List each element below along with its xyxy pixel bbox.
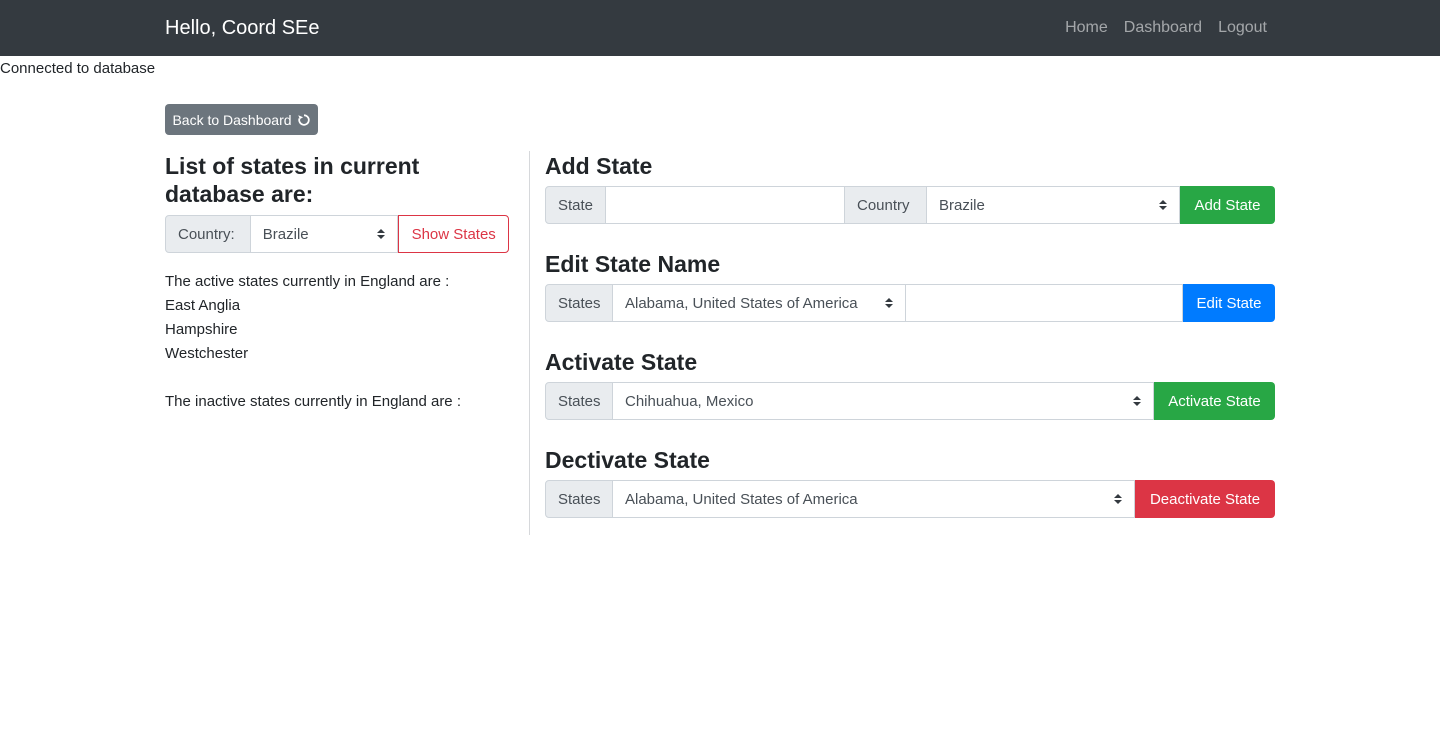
- active-states-block: The active states currently in England a…: [165, 270, 510, 414]
- deactivate-state-heading: Dectivate State: [545, 447, 710, 473]
- deactivate-state-button[interactable]: Deactivate State: [1135, 480, 1275, 518]
- add-state-country-value: Brazile: [939, 196, 985, 214]
- activate-state-selected-value: Chihuahua, Mexico: [625, 392, 754, 410]
- deactivate-state-selected-value: Alabama, United States of America: [625, 490, 858, 508]
- nav-link-home[interactable]: Home: [1065, 18, 1108, 38]
- activate-state-form: States Chihuahua, Mexico Activate State: [545, 382, 1275, 420]
- add-state-section: Add State State Country Brazile Add Stat…: [545, 152, 1275, 224]
- nav-links: Home Dashboard Logout: [1065, 18, 1267, 38]
- country-filter-select[interactable]: Brazile: [250, 215, 399, 253]
- deactivate-state-section: Dectivate State States Alabama, United S…: [545, 446, 1275, 518]
- deactivate-state-select[interactable]: Alabama, United States of America: [613, 480, 1135, 518]
- inactive-states-intro: The inactive states currently in England…: [165, 393, 461, 410]
- select-caret-icon: [1159, 200, 1167, 210]
- edit-state-selected-value: Alabama, United States of America: [625, 294, 858, 312]
- deactivate-state-form: States Alabama, United States of America…: [545, 480, 1275, 518]
- show-states-button[interactable]: Show States: [398, 215, 509, 253]
- back-to-dashboard-button[interactable]: Back to Dashboard: [165, 104, 318, 135]
- list-item: East Anglia: [165, 297, 241, 314]
- state-name-input[interactable]: [606, 186, 845, 224]
- navbar-brand[interactable]: Hello, Coord SEe: [165, 16, 320, 40]
- select-caret-icon: [1133, 396, 1141, 406]
- activate-states-label: States: [545, 382, 613, 420]
- country-filter-label: Country:: [165, 215, 251, 253]
- undo-icon: [297, 113, 310, 126]
- country-filter-group: Country: Brazile Show States: [165, 215, 509, 253]
- activate-state-button[interactable]: Activate State: [1154, 382, 1275, 420]
- activate-state-select[interactable]: Chihuahua, Mexico: [613, 382, 1154, 420]
- deactivate-states-label: States: [545, 480, 613, 518]
- edit-state-form: States Alabama, United States of America…: [545, 284, 1275, 322]
- states-list-panel: List of states in current database are: …: [165, 152, 510, 414]
- country-label: Country: [845, 186, 927, 224]
- nav-link-logout[interactable]: Logout: [1218, 18, 1267, 38]
- new-state-name-input[interactable]: [906, 284, 1183, 322]
- activate-state-section: Activate State States Chihuahua, Mexico …: [545, 348, 1275, 420]
- top-navbar: Hello, Coord SEe Home Dashboard Logout: [0, 0, 1440, 56]
- nav-link-dashboard[interactable]: Dashboard: [1124, 18, 1202, 38]
- list-item: Westchester: [165, 345, 249, 362]
- column-divider: [529, 151, 530, 535]
- edit-states-label: States: [545, 284, 613, 322]
- edit-state-select[interactable]: Alabama, United States of America: [613, 284, 906, 322]
- activate-state-heading: Activate State: [545, 349, 698, 375]
- country-filter-value: Brazile: [262, 225, 309, 243]
- select-caret-icon: [377, 229, 386, 239]
- states-list-heading: List of states in current database are:: [165, 153, 420, 207]
- add-state-heading: Add State: [545, 153, 653, 179]
- select-caret-icon: [1114, 494, 1122, 504]
- database-status-text: Connected to database: [0, 60, 156, 77]
- active-states-intro: The active states currently in England a…: [165, 273, 450, 290]
- list-item: Hampshire: [165, 321, 238, 338]
- edit-state-heading: Edit State Name: [545, 251, 721, 277]
- state-label: State: [545, 186, 606, 224]
- add-state-country-select[interactable]: Brazile: [927, 186, 1180, 224]
- edit-state-section: Edit State Name States Alabama, United S…: [545, 250, 1275, 322]
- edit-state-button[interactable]: Edit State: [1183, 284, 1275, 322]
- back-button-label: Back to Dashboard: [172, 111, 292, 128]
- select-caret-icon: [885, 298, 893, 308]
- add-state-form: State Country Brazile Add State: [545, 186, 1275, 224]
- add-state-button[interactable]: Add State: [1180, 186, 1275, 224]
